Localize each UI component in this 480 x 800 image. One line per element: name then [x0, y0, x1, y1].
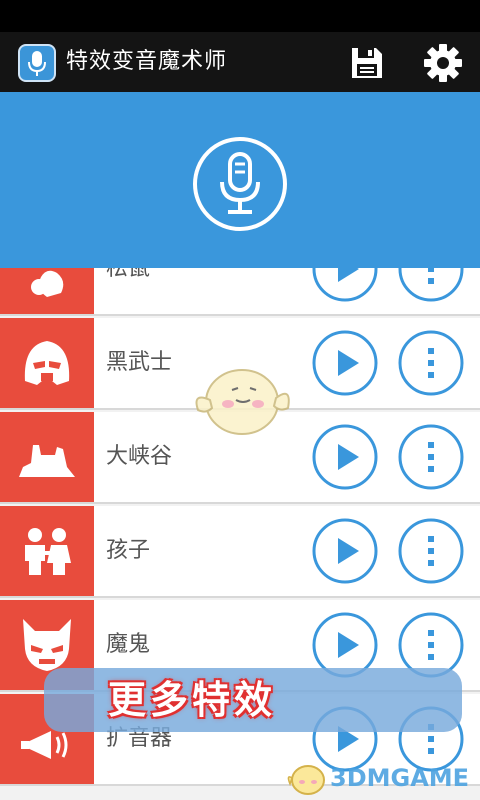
list-item[interactable]: 孩子	[0, 506, 480, 598]
effect-thumbnail	[0, 506, 94, 596]
mascot-watermark-icon	[195, 369, 290, 435]
squirrel-icon	[31, 270, 64, 297]
status-bar	[0, 0, 480, 32]
record-button[interactable]	[190, 134, 290, 234]
effect-thumbnail	[0, 268, 94, 314]
gear-icon	[424, 44, 462, 82]
canyon-icon	[19, 445, 75, 477]
devil-icon	[23, 619, 71, 671]
play-button[interactable]	[312, 518, 378, 584]
app-logo-icon	[18, 44, 56, 82]
more-vertical-icon	[428, 442, 434, 472]
effect-thumbnail	[0, 318, 94, 408]
play-button[interactable]	[312, 268, 378, 302]
more-vertical-icon	[428, 630, 434, 660]
list-item[interactable]: 松鼠	[0, 268, 480, 316]
banner-text: 更多特效	[108, 678, 277, 722]
settings-button[interactable]	[422, 42, 464, 84]
children-icon	[25, 528, 71, 575]
app-bar: 特效变音魔术师	[0, 32, 480, 92]
play-button[interactable]	[312, 424, 378, 490]
record-panel	[0, 92, 480, 268]
app-title: 特效变音魔术师	[66, 49, 228, 74]
watermark: 3DMGAME	[286, 758, 476, 798]
dark-helmet-icon	[24, 341, 70, 385]
mascot-logo-icon	[287, 765, 325, 795]
effect-name: 松鼠	[106, 268, 151, 281]
effect-thumbnail	[0, 412, 94, 502]
save-icon	[352, 48, 382, 78]
watermark-text: 3DMGAME	[330, 764, 470, 792]
save-button[interactable]	[348, 44, 386, 82]
more-vertical-icon	[428, 536, 434, 566]
more-options-button[interactable]	[398, 330, 464, 396]
more-options-button[interactable]	[398, 518, 464, 584]
play-button[interactable]	[312, 330, 378, 396]
microphone-icon	[193, 137, 287, 231]
more-options-button[interactable]	[398, 424, 464, 490]
more-vertical-icon	[428, 348, 434, 378]
effect-name: 魔鬼	[106, 632, 151, 657]
effect-name: 黑武士	[106, 350, 173, 375]
more-options-button[interactable]	[398, 268, 464, 302]
effect-name: 孩子	[106, 538, 151, 563]
effect-name: 大峡谷	[106, 444, 173, 469]
more-effects-banner[interactable]: 更多特效	[44, 668, 462, 732]
